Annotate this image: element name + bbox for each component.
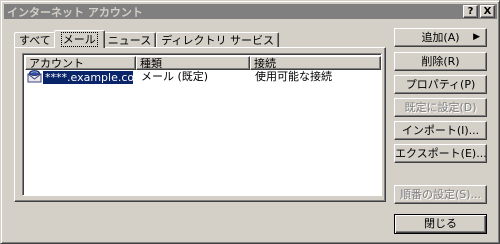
delete-button[interactable]: 削除(R)	[394, 52, 487, 71]
set-default-button[interactable]: 既定に設定(D)	[394, 98, 487, 117]
account-list[interactable]: アカウント 種類 接続 ****.example.com メール (既定) 使用…	[22, 53, 382, 196]
set-order-button[interactable]: 順番の設定(S)...	[394, 185, 487, 204]
column-header-connection[interactable]: 接続	[250, 56, 381, 70]
tab-news[interactable]: ニュース	[102, 32, 157, 48]
account-connection: 使用可能な接続	[255, 70, 332, 83]
column-header-account[interactable]: アカウント	[25, 56, 136, 70]
tab-strip: すべて メール ニュース ディレクトリ サービス	[14, 30, 279, 48]
list-header: アカウント 種類 接続	[25, 56, 381, 70]
properties-button[interactable]: プロパティ(P)	[394, 75, 487, 94]
account-type: メール (既定)	[141, 70, 209, 83]
title-bar[interactable]: インターネット アカウント ? X	[4, 4, 497, 19]
submenu-arrow-icon: ▶	[473, 32, 480, 42]
mail-account-icon	[27, 70, 43, 84]
internet-accounts-dialog: インターネット アカウント ? X すべて メール ニュース ディレクトリ サー…	[0, 0, 500, 244]
close-button[interactable]: 閉じる	[394, 214, 487, 234]
tab-all[interactable]: すべて	[14, 32, 56, 48]
help-button[interactable]: ?	[463, 5, 478, 18]
tab-mail[interactable]: メール	[53, 30, 105, 48]
column-header-type[interactable]: 種類	[136, 56, 250, 70]
tab-directory-service[interactable]: ディレクトリ サービス	[156, 32, 279, 48]
export-button[interactable]: エクスポート(E)...	[394, 144, 487, 163]
add-button[interactable]: 追加(A) ▶	[394, 28, 487, 47]
close-window-button[interactable]: X	[480, 5, 495, 18]
account-name: ****.example.com	[43, 70, 133, 84]
import-button[interactable]: インポート(I)...	[394, 121, 487, 140]
add-button-label: 追加(A)	[421, 31, 460, 44]
window-title: インターネット アカウント	[7, 5, 143, 19]
tab-mail-label: メール	[60, 32, 98, 47]
list-item[interactable]: ****.example.com メール (既定) 使用可能な接続	[25, 70, 381, 84]
